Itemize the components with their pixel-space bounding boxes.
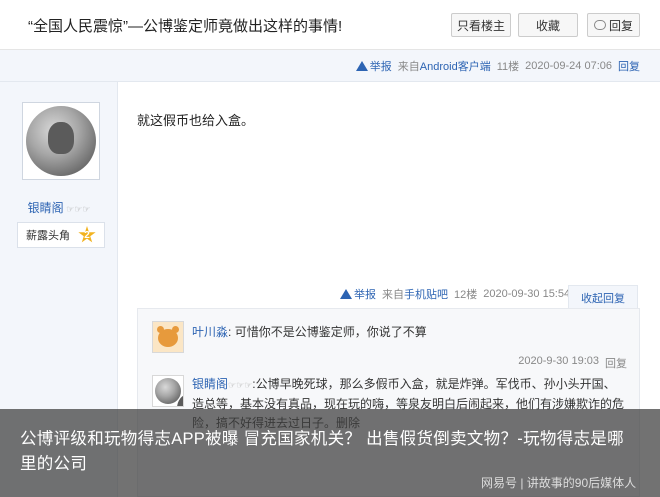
warning-icon bbox=[355, 61, 368, 71]
floor-source-link[interactable]: 手机贴吧 bbox=[404, 289, 448, 301]
author-name-text: 银睛阁 bbox=[27, 201, 64, 215]
post-time: 2020-09-24 07:06 bbox=[525, 60, 612, 72]
rank-title: 薪露头角 bbox=[26, 230, 70, 242]
watermark: 网易号 | 讲故事的90后媒体人 bbox=[481, 476, 637, 490]
thread-header: “全国人民震惊”—公博鉴定师竟做出这样的事情! 只看楼主 收藏 回复 bbox=[0, 0, 660, 50]
reply-time: 2020-9-30 19:03 bbox=[518, 355, 599, 367]
reply-item: 叶川淼: 可惜你不是公博鉴定师，你说了不算 2020-9-30 19:03 回复 bbox=[152, 321, 627, 371]
floor-number: 11楼 bbox=[496, 61, 520, 73]
reply-button[interactable]: 回复 bbox=[587, 13, 640, 37]
source-prefix: 来自 bbox=[397, 61, 420, 73]
reply-avatar[interactable] bbox=[152, 375, 184, 407]
caption-text: 公博评级和玩物得志APP被曝 冒充国家机关？ 出售假货倒卖文物？-玩物得志是哪里… bbox=[20, 430, 624, 473]
floor-meta-bar: 举报 来自手机贴吧 12楼 2020-09-30 15:54 bbox=[340, 286, 570, 302]
bear-avatar-icon bbox=[157, 326, 179, 347]
source-label: 来自Android客户端 bbox=[398, 58, 491, 74]
reply-reply-link[interactable]: 回复 bbox=[605, 355, 627, 371]
thread-title: “全国人民震惊”—公博鉴定师竟做出这样的事情! bbox=[28, 18, 343, 35]
collapse-replies-button[interactable]: 收起回复 bbox=[568, 285, 638, 309]
floor-report-label: 举报 bbox=[354, 289, 376, 301]
reply-button-label: 回复 bbox=[608, 18, 633, 33]
reply-text: 叶川淼: 可惜你不是公博鉴定师，你说了不算 bbox=[192, 325, 427, 339]
source-client-link[interactable]: Android客户端 bbox=[420, 61, 491, 73]
post-meta-bar: 举报 来自Android客户端 11楼 2020-09-24 07:06 回复 bbox=[0, 50, 660, 82]
level-star-icon: 2 bbox=[78, 226, 96, 243]
reply-author[interactable]: 叶川淼 bbox=[192, 325, 228, 339]
reply-author[interactable]: 银睛阁 bbox=[192, 377, 228, 391]
only-author-button[interactable]: 只看楼主 bbox=[451, 13, 511, 37]
floor-source-prefix: 来自 bbox=[382, 289, 404, 301]
reply-bubble-icon bbox=[593, 20, 606, 30]
coin-portrait-icon bbox=[26, 106, 96, 176]
reply-avatar[interactable] bbox=[152, 321, 184, 353]
report-link[interactable]: 举报 bbox=[355, 58, 392, 74]
floor-source: 来自手机贴吧 bbox=[382, 286, 448, 302]
floor-number: 12楼 bbox=[454, 289, 478, 301]
author-avatar[interactable] bbox=[22, 102, 100, 180]
post-content: 就这假币也给入盒。 bbox=[137, 113, 255, 128]
reply-body: 可惜你不是公博鉴定师，你说了不算 bbox=[234, 325, 427, 339]
reply-meta: 2020-9-30 19:03 回复 bbox=[518, 355, 627, 371]
report-label: 举报 bbox=[369, 61, 392, 73]
floor-report-link[interactable]: 举报 bbox=[340, 286, 376, 302]
collect-button[interactable]: 收藏 bbox=[518, 13, 578, 37]
coin-portrait-icon bbox=[155, 378, 183, 406]
warning-icon bbox=[340, 289, 352, 299]
post-reply-link[interactable]: 回复 bbox=[618, 58, 640, 74]
author-rank: 薪露头角 2 bbox=[17, 222, 105, 248]
author-name[interactable]: 银睛阁 ☞☞☞ bbox=[0, 199, 118, 216]
floor-time: 2020-09-30 15:54 bbox=[483, 288, 571, 300]
